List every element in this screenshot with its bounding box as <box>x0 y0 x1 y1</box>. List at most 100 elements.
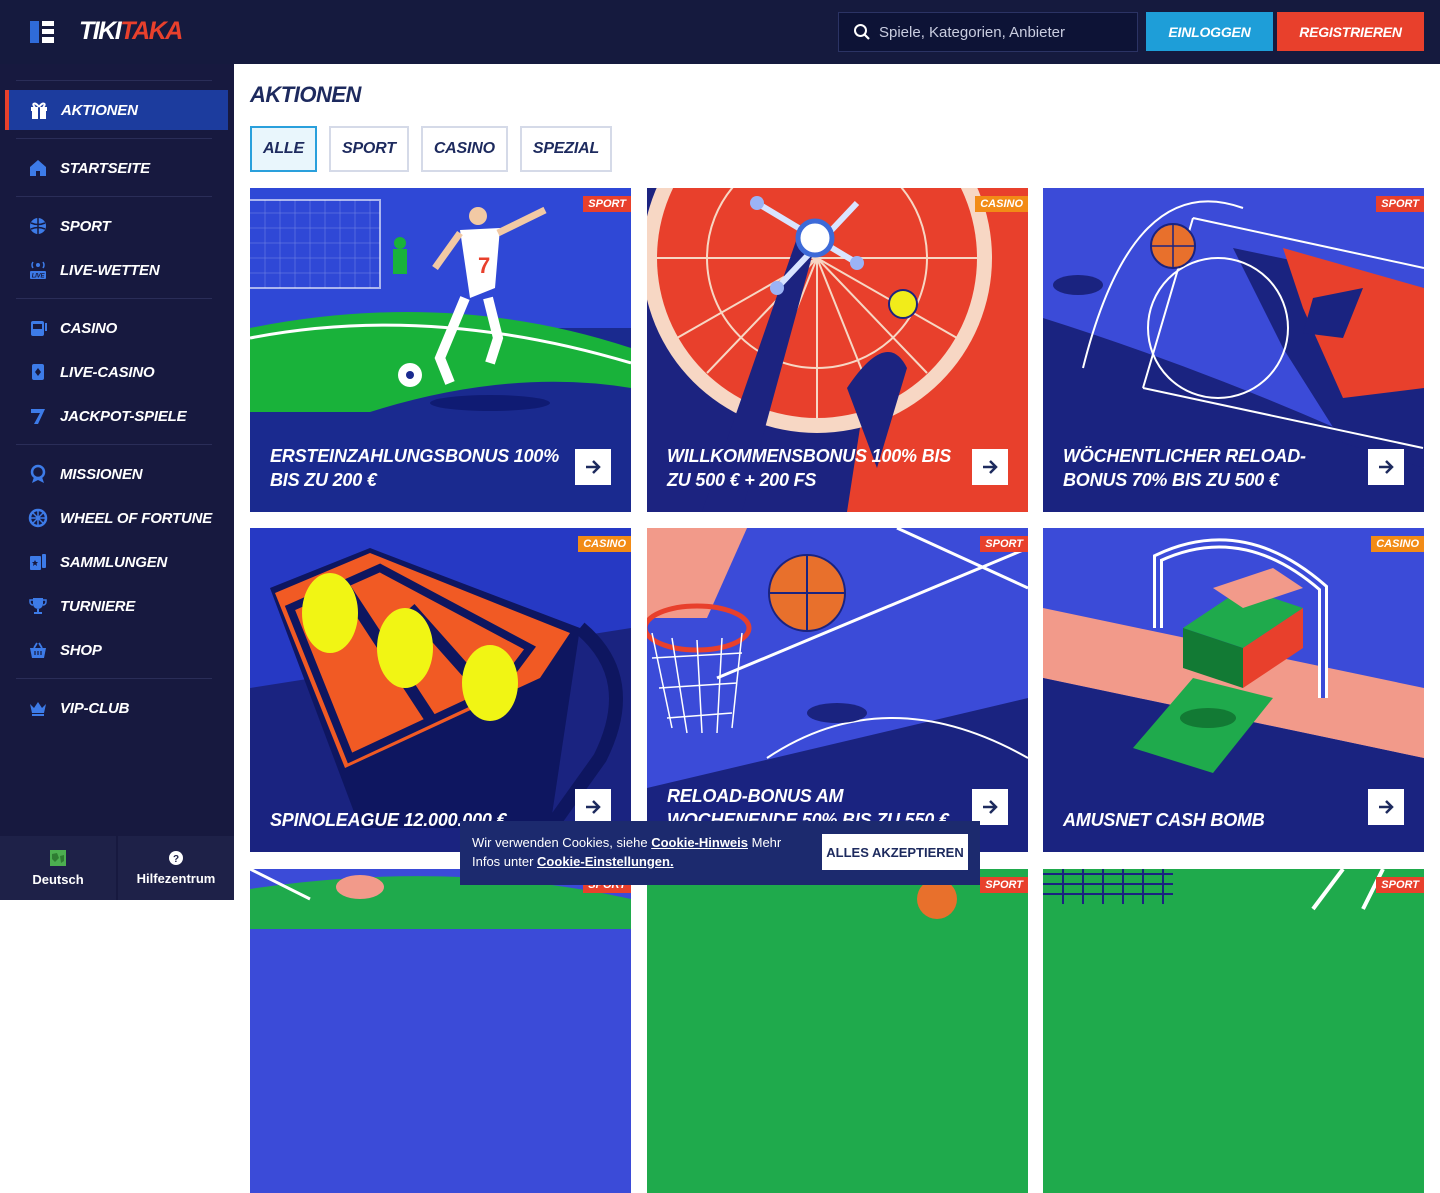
seven-icon <box>27 405 49 427</box>
promo-card[interactable]: 7 SPORT ERSTEINZAHLUNGSBONUS 100% BIS ZU… <box>250 188 631 512</box>
promo-card[interactable]: SPORT <box>1043 869 1424 1193</box>
arrow-right-icon[interactable] <box>972 789 1008 825</box>
search-icon <box>854 24 870 40</box>
sidebar-item-jackpot-spiele[interactable]: JACKPOT-SPIELE <box>5 396 228 436</box>
sidebar-item-sport[interactable]: SPORT <box>5 206 228 246</box>
sidebar-item-live-casino[interactable]: LIVE-CASINO <box>5 352 228 392</box>
sidebar-item-label: AKTIONEN <box>61 101 138 119</box>
help-icon: ? <box>169 850 183 865</box>
svg-text:LIVE: LIVE <box>32 274 46 280</box>
promo-title: ERSTEINZAHLUNGSBONUS 100% BIS ZU 200 € <box>270 446 560 490</box>
live-icon: LIVE <box>27 259 49 281</box>
language-button[interactable]: Deutsch <box>0 836 116 900</box>
category-badge: SPORT <box>1376 877 1424 893</box>
arrow-right-icon[interactable] <box>1368 789 1404 825</box>
slot-reels-illustration <box>250 528 631 852</box>
tab-casino[interactable]: CASINO <box>420 126 508 172</box>
site-logo[interactable]: TIKITAKA <box>79 17 183 46</box>
register-button[interactable]: REGISTRIEREN <box>1277 12 1424 51</box>
wheel-icon <box>27 507 49 529</box>
category-badge: CASINO <box>1371 536 1424 552</box>
help-center-button[interactable]: ? Hilfezentrum <box>118 836 234 900</box>
promo-card[interactable]: CASINO WILLKOMMENSBONUS 100% BIS ZU 500 … <box>647 188 1028 512</box>
cookie-text-part: Wir verwenden Cookies, siehe <box>472 835 652 850</box>
sport-illustration <box>647 869 1028 1193</box>
promo-title: WILLKOMMENSBONUS 100% BIS ZU 500 € + 200… <box>667 446 952 490</box>
promo-card[interactable]: SPORT RELOAD-BONUS AM WOCHENENDE 50% BIS… <box>647 528 1028 852</box>
cookie-text: Wir verwenden Cookies, siehe Cookie-Hinw… <box>472 833 802 871</box>
sidebar: AKTIONEN STARTSEITE SPORT LIVE LIVE-WETT… <box>0 64 234 900</box>
sidebar-item-label: SHOP <box>60 641 102 659</box>
sidebar-item-wheel-of-fortune[interactable]: WHEEL OF FORTUNE <box>5 498 228 538</box>
category-badge: CASINO <box>975 196 1028 212</box>
cookie-settings-link[interactable]: Cookie-Einstellungen. <box>537 854 674 869</box>
sidebar-item-label: MISSIONEN <box>60 465 143 483</box>
sidebar-item-label: SPORT <box>60 217 111 235</box>
live-casino-icon <box>27 361 49 383</box>
svg-text:7: 7 <box>478 253 490 278</box>
sidebar-footer: Deutsch ? Hilfezentrum <box>0 836 234 900</box>
sidebar-item-label: VIP-CLUB <box>60 699 130 717</box>
tab-sport[interactable]: SPORT <box>328 126 409 172</box>
cash-bomb-illustration <box>1043 528 1424 852</box>
divider <box>16 80 212 81</box>
search-input[interactable]: Spiele, Kategorien, Anbieter <box>838 12 1138 52</box>
arrow-right-icon[interactable] <box>575 789 611 825</box>
trophy-icon <box>27 595 49 617</box>
top-header: TIKITAKA Spiele, Kategorien, Anbieter EI… <box>0 0 1440 64</box>
accept-all-cookies-button[interactable]: ALLES AKZEPTIEREN <box>822 834 968 870</box>
filter-tabs: ALLE SPORT CASINO SPEZIAL <box>250 126 624 172</box>
sidebar-item-casino[interactable]: CASINO <box>5 308 228 348</box>
menu-toggle-icon[interactable] <box>30 21 54 43</box>
home-icon <box>27 157 49 179</box>
sidebar-item-startseite[interactable]: STARTSEITE <box>5 148 228 188</box>
sidebar-item-label: STARTSEITE <box>60 159 150 177</box>
sidebar-item-label: WHEEL OF FORTUNE <box>60 509 213 527</box>
sidebar-item-turniere[interactable]: TURNIERE <box>5 586 228 626</box>
sidebar-item-label: CASINO <box>60 319 118 337</box>
crown-icon <box>27 697 49 719</box>
category-badge: SPORT <box>583 196 631 212</box>
divider <box>16 444 212 445</box>
sidebar-item-label: JACKPOT-SPIELE <box>60 407 187 425</box>
sport-illustration <box>250 869 631 1193</box>
login-button[interactable]: EINLOGGEN <box>1146 12 1273 51</box>
promo-card[interactable]: SPORT WÖCHENTLICHER RELOAD-BONUS 70% BIS… <box>1043 188 1424 512</box>
divider <box>16 298 212 299</box>
sidebar-item-label: TURNIERE <box>60 597 136 615</box>
divider <box>16 678 212 679</box>
sidebar-item-live-wetten[interactable]: LIVE LIVE-WETTEN <box>5 250 228 290</box>
arrow-right-icon[interactable] <box>1368 449 1404 485</box>
sidebar-item-vip-club[interactable]: VIP-CLUB <box>5 688 228 728</box>
sidebar-item-label: LIVE-WETTEN <box>60 261 160 279</box>
promo-card[interactable]: SPORT <box>647 869 1028 1193</box>
category-badge: SPORT <box>980 536 1028 552</box>
slot-machine-icon <box>27 317 49 339</box>
tab-spezial[interactable]: SPEZIAL <box>519 126 613 172</box>
arrow-right-icon[interactable] <box>972 449 1008 485</box>
divider <box>16 138 212 139</box>
promo-card[interactable]: CASINO SPINOLEAGUE 12.000.000 € <box>250 528 631 852</box>
promo-card[interactable]: SPORT <box>250 869 631 1193</box>
sidebar-item-missionen[interactable]: MISSIONEN <box>5 454 228 494</box>
category-badge: CASINO <box>578 536 631 552</box>
tennis-illustration <box>1043 869 1424 1193</box>
sidebar-item-shop[interactable]: SHOP <box>5 630 228 670</box>
sidebar-item-label: LIVE-CASINO <box>60 363 155 381</box>
svg-text:?: ? <box>173 854 179 865</box>
tab-alle[interactable]: ALLE <box>250 126 317 172</box>
language-label: Deutsch <box>32 871 84 887</box>
ball-icon <box>27 215 49 237</box>
cookie-notice-link[interactable]: Cookie-Hinweis <box>651 835 748 850</box>
promo-card[interactable]: CASINO AMUSNET CASH BOMB <box>1043 528 1424 852</box>
sidebar-item-sammlungen[interactable]: SAMMLUNGEN <box>5 542 228 582</box>
divider <box>16 196 212 197</box>
gift-icon <box>28 99 50 121</box>
main-content: AKTIONEN ALLE SPORT CASINO SPEZIAL 7 SPO… <box>234 64 1440 1193</box>
globe-icon <box>50 849 66 866</box>
help-label: Hilfezentrum <box>136 870 216 886</box>
sidebar-item-aktionen[interactable]: AKTIONEN <box>5 90 228 130</box>
arrow-right-icon[interactable] <box>575 449 611 485</box>
missions-icon <box>27 463 49 485</box>
sidebar-item-label: SAMMLUNGEN <box>60 553 168 571</box>
